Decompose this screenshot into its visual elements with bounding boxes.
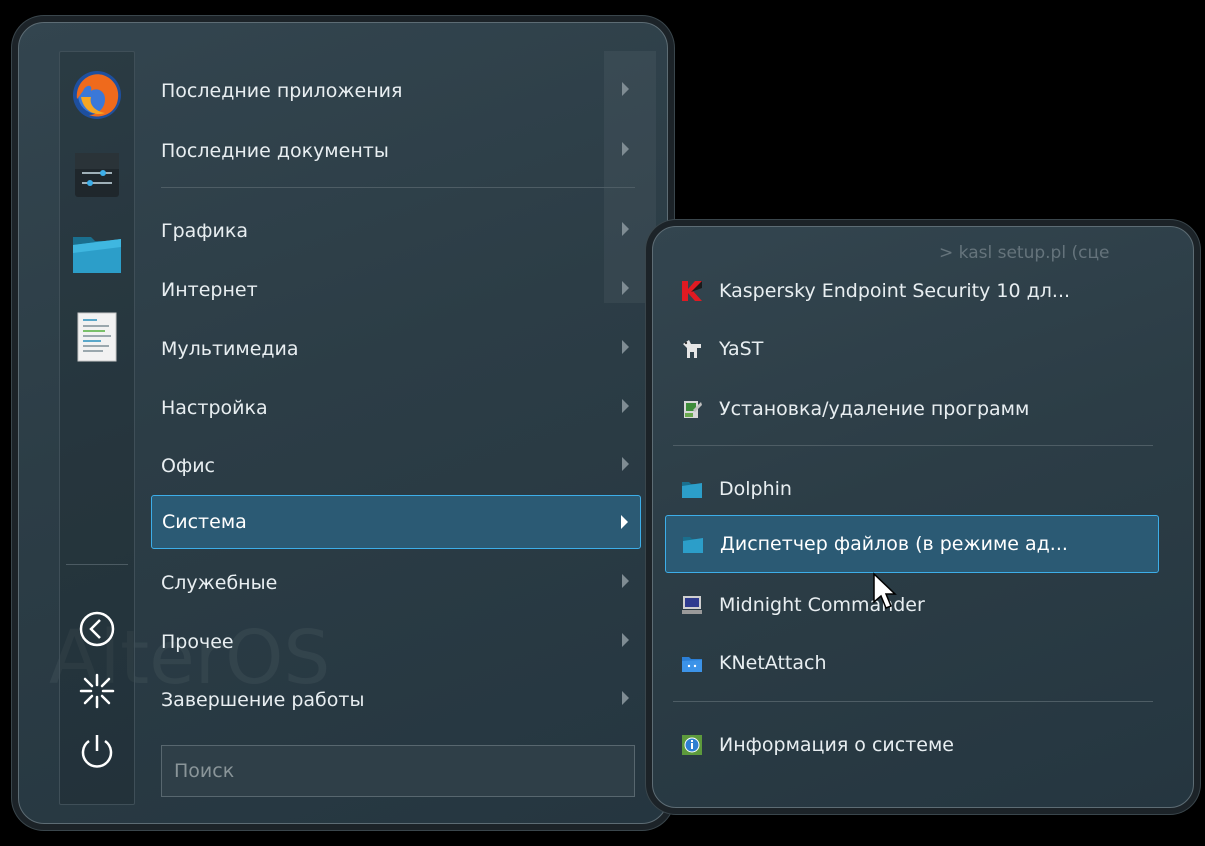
app-label: Установка/удаление программ <box>719 398 1030 420</box>
mouse-cursor <box>872 572 898 610</box>
app-file-manager-superuser[interactable]: Диспетчер файлов (в режиме ад... <box>665 515 1159 573</box>
app-kaspersky[interactable]: Kaspersky Endpoint Security 10 дл... <box>665 269 1159 313</box>
category-separator <box>161 187 635 188</box>
background-terminal-text: > kasl setup.pl (сце <box>939 243 1110 263</box>
kaspersky-icon <box>681 280 703 302</box>
category-shutdown[interactable]: Завершение работы <box>151 678 641 722</box>
app-label: Kaspersky Endpoint Security 10 дл... <box>719 280 1071 302</box>
category-label: Последние документы <box>161 140 389 162</box>
chevron-right-icon <box>622 574 629 588</box>
app-label: YaST <box>719 338 764 360</box>
sidebar-separator <box>66 564 128 565</box>
category-label: Завершение работы <box>161 689 365 711</box>
app-yast[interactable]: YaST <box>665 327 1159 371</box>
info-icon <box>681 734 703 756</box>
category-other[interactable]: Прочее <box>151 620 641 664</box>
lock-burst-icon[interactable] <box>68 662 126 720</box>
system-submenu: > kasl setup.pl (сце Kaspersky Endpoint … <box>652 226 1194 808</box>
search-input[interactable]: Поиск <box>161 745 635 797</box>
category-recent-apps[interactable]: Последние приложения <box>151 69 641 113</box>
app-knetattach[interactable]: KNetAttach <box>665 641 1159 685</box>
chevron-right-icon <box>622 281 629 295</box>
chevron-right-icon <box>622 142 629 156</box>
terminal-monitor-icon <box>681 594 703 616</box>
app-midnight-commander[interactable]: Midnight Commander <box>665 583 1159 627</box>
folder-icon[interactable] <box>68 224 126 282</box>
category-label: Система <box>162 511 247 533</box>
chevron-right-icon <box>622 457 629 471</box>
chevron-right-icon <box>622 82 629 96</box>
application-menu: AlterOS Последние приложения Последние д… <box>18 22 668 824</box>
category-settings[interactable]: Настройка <box>151 386 641 430</box>
category-utilities[interactable]: Служебные <box>151 561 641 605</box>
dolphin-folder-icon <box>682 533 704 555</box>
app-label: Диспетчер файлов (в режиме ад... <box>720 533 1068 555</box>
app-label: KNetAttach <box>719 652 827 674</box>
submenu-separator <box>673 701 1153 702</box>
text-document-icon[interactable] <box>68 308 126 366</box>
category-internet[interactable]: Интернет <box>151 268 641 312</box>
category-label: Графика <box>161 220 249 242</box>
submenu-separator <box>673 445 1153 446</box>
chevron-right-icon <box>622 222 629 236</box>
network-folder-icon <box>681 652 703 674</box>
chevron-right-icon <box>622 633 629 647</box>
back-circle-icon[interactable] <box>68 600 126 658</box>
category-label: Настройка <box>161 397 268 419</box>
category-label: Последние приложения <box>161 80 403 102</box>
software-install-icon <box>681 398 703 420</box>
category-system[interactable]: Система <box>151 495 641 549</box>
search-placeholder: Поиск <box>174 760 235 782</box>
category-label: Прочее <box>161 631 234 653</box>
app-dolphin[interactable]: Dolphin <box>665 467 1159 511</box>
yast-icon <box>681 338 703 360</box>
system-settings-icon[interactable] <box>68 146 126 204</box>
dolphin-folder-icon <box>681 478 703 500</box>
category-label: Офис <box>161 455 215 477</box>
category-label: Служебные <box>161 572 278 594</box>
power-icon[interactable] <box>68 722 126 780</box>
app-system-info[interactable]: Информация о системе <box>665 723 1159 767</box>
category-graphics[interactable]: Графика <box>151 209 641 253</box>
chevron-right-icon <box>622 340 629 354</box>
category-label: Интернет <box>161 279 258 301</box>
chevron-right-icon <box>621 515 628 529</box>
favorites-sidebar <box>59 51 135 805</box>
app-label: Информация о системе <box>719 734 954 756</box>
chevron-right-icon <box>622 691 629 705</box>
app-software-manager[interactable]: Установка/удаление программ <box>665 387 1159 431</box>
firefox-icon[interactable] <box>68 66 126 124</box>
app-label: Dolphin <box>719 478 792 500</box>
category-recent-docs[interactable]: Последние документы <box>151 129 641 173</box>
chevron-right-icon <box>622 399 629 413</box>
category-label: Мультимедиа <box>161 338 299 360</box>
category-office[interactable]: Офис <box>151 444 641 488</box>
category-multimedia[interactable]: Мультимедиа <box>151 327 641 371</box>
